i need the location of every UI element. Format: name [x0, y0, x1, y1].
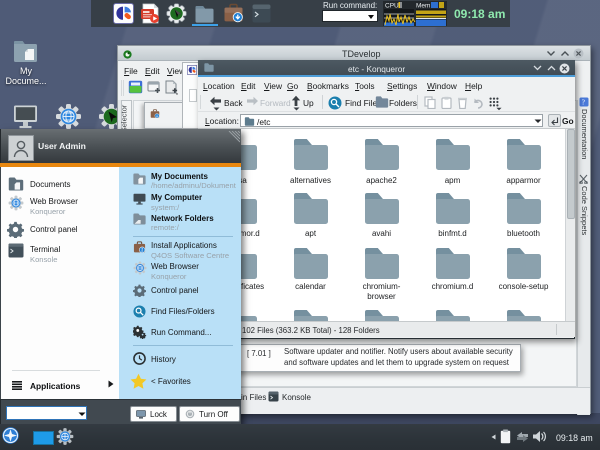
- svg-text:Mem: Mem: [416, 3, 430, 10]
- svg-text:CPU: CPU: [385, 3, 399, 10]
